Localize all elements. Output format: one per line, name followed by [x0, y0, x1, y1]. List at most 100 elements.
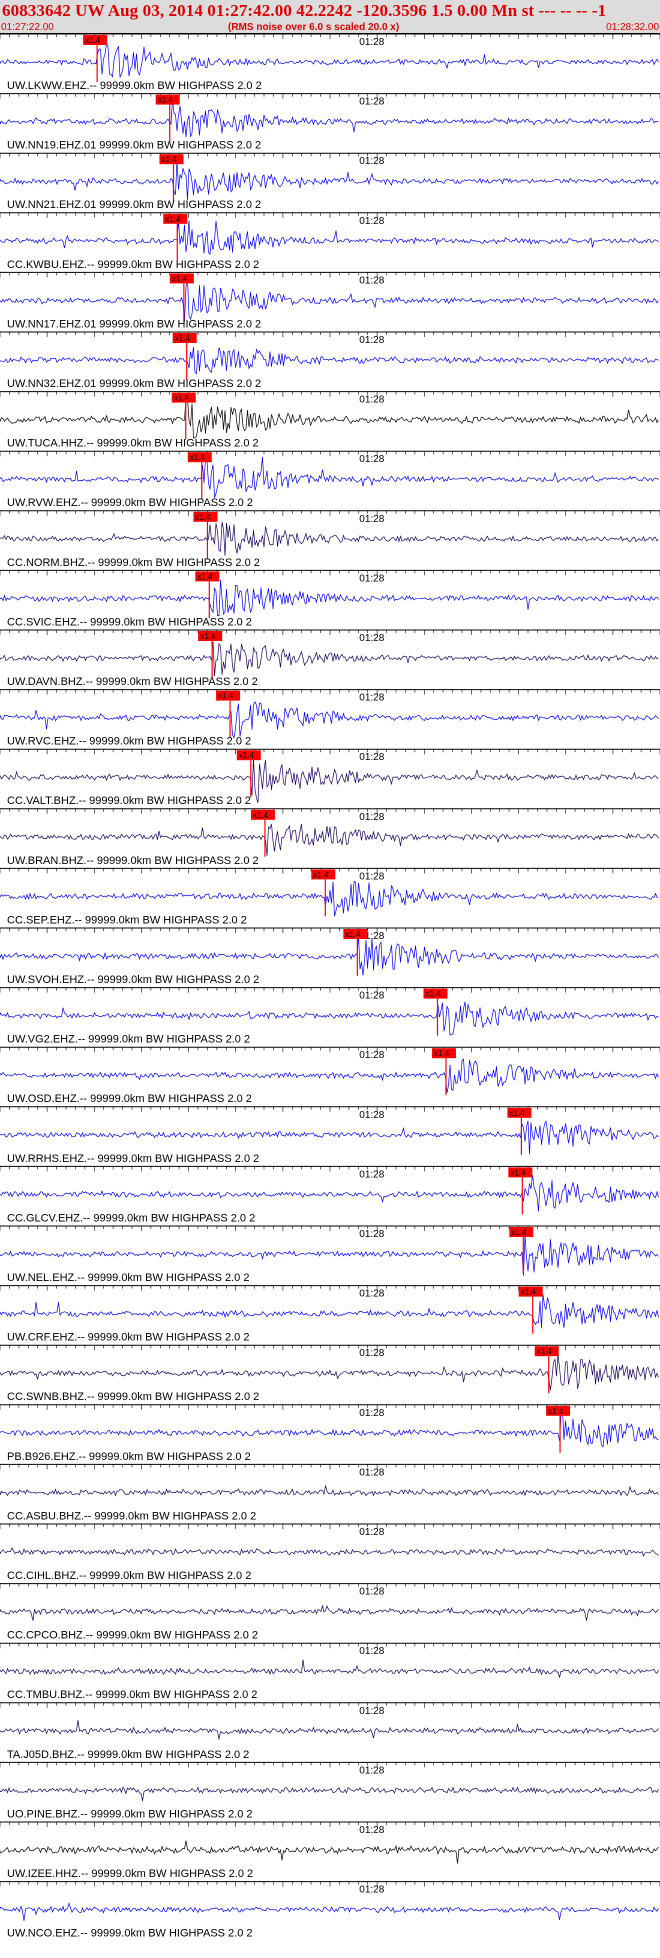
station-label: UW.SVOH.EHZ.-- 99999.0km BW HIGHPASS 2.0… — [7, 974, 259, 986]
time-ticks — [0, 630, 660, 635]
trace-row: 01:28 UO.PINE.BHZ.-- 99999.0km BW HIGHPAS… — [0, 1761, 660, 1820]
waveform-trace — [0, 1001, 659, 1036]
time-axis-label: 01:28 — [359, 573, 384, 584]
station-label: CC.SVIC.EHZ.-- 99999.0km BW HIGHPASS 2.0… — [7, 616, 252, 628]
trace-row: 01:28 x1.4 UW.CRF.EHZ.-- 99999.0km BW HIGH… — [0, 1285, 660, 1344]
time-axis-label: 01:28 — [359, 514, 384, 525]
station-label: PB.B926.EHZ.-- 99999.0km BW HIGHPASS 2.0… — [7, 1451, 251, 1463]
trace-row: 01:28 CC.TMBU.BHZ.-- 99999.0km BW HIGHPAS… — [0, 1642, 660, 1701]
time-axis-label: 01:28 — [359, 1169, 384, 1180]
time-ticks — [0, 93, 660, 99]
time-ticks — [0, 1524, 660, 1529]
time-axis-label: 01:28 — [359, 395, 384, 406]
trace-row: 01:28 x1.4 CC.SEP.EHZ.-- 99999.0km BW HIGH… — [0, 867, 660, 926]
station-label: UW.NN19.EHZ.01 99999.0km BW HIGHPASS 2.0… — [7, 140, 261, 152]
trace-row: 01:28 UW.IZEE.HHZ.-- 99999.0km BW HIGHPAS… — [0, 1821, 660, 1880]
trace-row: 01:28 x1.4 UW.NN21.EHZ.01 99999.0km BW HIG… — [0, 152, 660, 211]
time-ticks — [0, 1464, 660, 1470]
waveform-trace — [0, 1485, 659, 1497]
trace-row: 01:28x1.4UW.SVOH.EHZ.-- 99999.0km BW HIG… — [0, 927, 660, 986]
time-axis-label: 01:28 — [359, 97, 384, 108]
trace-row: 01:28 x1.4 UW.BRAN.BHZ.-- 99999.0km BW HIG… — [0, 808, 660, 867]
time-axis-label: 01:28 — [359, 1289, 384, 1300]
time-ticks — [0, 1822, 660, 1827]
time-axis-label: 01:28 — [359, 37, 384, 48]
waveform-trace — [0, 1902, 659, 1921]
station-label: CC.VALT.BHZ.-- 99999.0km BW HIGHPASS 2.0… — [7, 795, 251, 807]
time-axis-label: 01:28 — [359, 1765, 384, 1776]
trace-row: 01:28 x1.4 CC.VALT.BHZ.-- 99999.0km BW HIG… — [0, 748, 660, 807]
time-axis-label: 01:28 — [359, 1587, 384, 1598]
time-ticks — [0, 1166, 660, 1172]
trace-row: 01:28 x1.4 UW.NN32.EHZ.01 99999.0km BW HIG… — [0, 331, 660, 390]
time-ticks — [0, 1702, 660, 1708]
waveform-trace — [0, 98, 659, 138]
time-ticks — [0, 391, 660, 397]
station-label: UW.NCO.EHZ.-- 99999.0km BW HIGHPASS 2.0 … — [7, 1928, 253, 1940]
scale-note: (RMS noise over 6.0 s scaled 20.0 x) — [228, 22, 400, 33]
pick-label: x1.4 — [190, 453, 206, 462]
time-ticks — [0, 153, 660, 159]
time-axis-label: 01:28 — [359, 1885, 384, 1896]
time-axis-label: 01:28 — [359, 1229, 384, 1240]
waveform-trace — [0, 346, 659, 375]
station-label: CC.SEP.EHZ.-- 99999.0km BW HIGHPASS 2.0 … — [7, 914, 247, 926]
time-ticks — [0, 1583, 660, 1589]
trace-row: 01:28 x1.4 CC.SWNB.BHZ.-- 99999.0km BW HIG… — [0, 1344, 660, 1403]
station-label: CC.ASBU.BHZ.-- 99999.0km BW HIGHPASS 2.0… — [7, 1510, 256, 1522]
station-label: UW.DAVN.BHZ.-- 99999.0km BW HIGHPASS 2.0… — [7, 676, 258, 688]
station-label: CC.CPCO.BHZ.-- 99999.0km BW HIGHPASS 2.0… — [7, 1630, 258, 1642]
station-label: UW.RVW.EHZ.-- 99999.0km BW HIGHPASS 2.0 … — [7, 497, 253, 509]
trace-row: 01:28 x1.4 UW.NN19.EHZ.01 99999.0km BW HIG… — [0, 93, 660, 152]
station-label: CC.TMBU.BHZ.-- 99999.0km BW HIGHPASS 2.0… — [7, 1689, 257, 1701]
station-label: UW.CRF.EHZ.-- 99999.0km BW HIGHPASS 2.0 … — [7, 1332, 249, 1344]
station-label: UW.RVC.EHZ.-- 99999.0km BW HIGHPASS 2.0 … — [7, 736, 251, 748]
time-axis-label: 01:28 — [359, 1527, 384, 1538]
time-axis-label: 01:28 — [359, 991, 384, 1002]
time-axis-label: 01:28 — [359, 275, 384, 286]
pick-label: x1.4 — [85, 36, 101, 45]
time-ticks — [0, 1226, 660, 1231]
time-axis-label: 01:28 — [359, 1646, 384, 1657]
waveform-trace — [0, 1659, 659, 1678]
trace-row: 01:28 x1.4 UW.NN17.EHZ.01 99999.0km BW HIG… — [0, 271, 660, 330]
time-ticks — [0, 689, 660, 695]
event-title: 60833642 UW Aug 03, 2014 01:27:42.00 42.… — [2, 1, 607, 20]
waveform-trace — [0, 641, 659, 677]
time-ticks — [0, 570, 660, 576]
station-label: UW.VG2.EHZ.-- 99999.0km BW HIGHPASS 2.0 … — [7, 1034, 250, 1046]
time-axis-label: 01:28 — [359, 335, 384, 346]
station-label: CC.GLCV.EHZ.-- 99999.0km BW HIGHPASS 2.0… — [7, 1212, 255, 1224]
pick-label: x1.4 — [425, 990, 441, 999]
station-label: UW.BRAN.BHZ.-- 99999.0km BW HIGHPASS 2.0… — [7, 855, 259, 867]
station-label: CC.SWNB.BHZ.-- 99999.0km BW HIGHPASS 2.0… — [7, 1391, 259, 1403]
time-ticks — [0, 808, 660, 814]
waveform-trace — [0, 935, 659, 976]
station-label: UW.TUCA.HHZ.-- 99999.0km BW HIGHPASS 2.0… — [7, 438, 259, 450]
time-axis-label: 01:28 — [359, 1050, 384, 1061]
trace-row: 01:28 UW.NCO.EHZ.-- 99999.0km BW HIGHPASS… — [0, 1881, 660, 1940]
pick-label: x1.4 — [548, 1407, 564, 1416]
trace-row: 01:28 x1.4 CC.SVIC.EHZ.-- 99999.0km BW HIG… — [0, 569, 660, 628]
time-axis-label: 01:28 — [359, 1467, 384, 1478]
trace-row: 01:28 x1.4 UW.RVW.EHZ.-- 99999.0km BW HIGH… — [0, 450, 660, 509]
time-ticks — [0, 1881, 660, 1887]
waveform-trace — [0, 1720, 659, 1740]
waveform-trace — [0, 159, 659, 201]
trace-row: 01:28 x1.4 UW.DAVN.BHZ.-- 99999.0km BW HIG… — [0, 629, 660, 688]
station-label: UW.NEL.EHZ.-- 99999.0km BW HIGHPASS 2.0 … — [7, 1272, 249, 1284]
time-ticks — [0, 1285, 660, 1291]
waveform-trace — [0, 1294, 659, 1329]
pick-label: x1.4 — [200, 632, 216, 641]
time-ticks — [0, 332, 660, 337]
trace-row: 01:28 x1.4 UW.VG2.EHZ.-- 99999.0km BW HIGH… — [0, 987, 660, 1046]
pick-label: x1.4 — [253, 811, 269, 820]
pick-label: x1.4 — [521, 1288, 537, 1297]
waveform-trace — [0, 1234, 659, 1276]
trace-row: 01:28 CC.CPCO.BHZ.-- 99999.0km BW HIGHPAS… — [0, 1583, 660, 1642]
pick-label: x1.4 — [313, 870, 329, 879]
trace-row: 01:28 x1.4 PB.B926.EHZ.-- 99999.0km BW HIG… — [0, 1404, 660, 1463]
station-label: UW.LKWW.EHZ.-- 99999.0km BW HIGHPASS 2.0… — [7, 80, 262, 92]
waveform-trace — [0, 220, 659, 256]
station-label: UO.PINE.BHZ.-- 99999.0km BW HIGHPASS 2.0… — [7, 1808, 253, 1820]
